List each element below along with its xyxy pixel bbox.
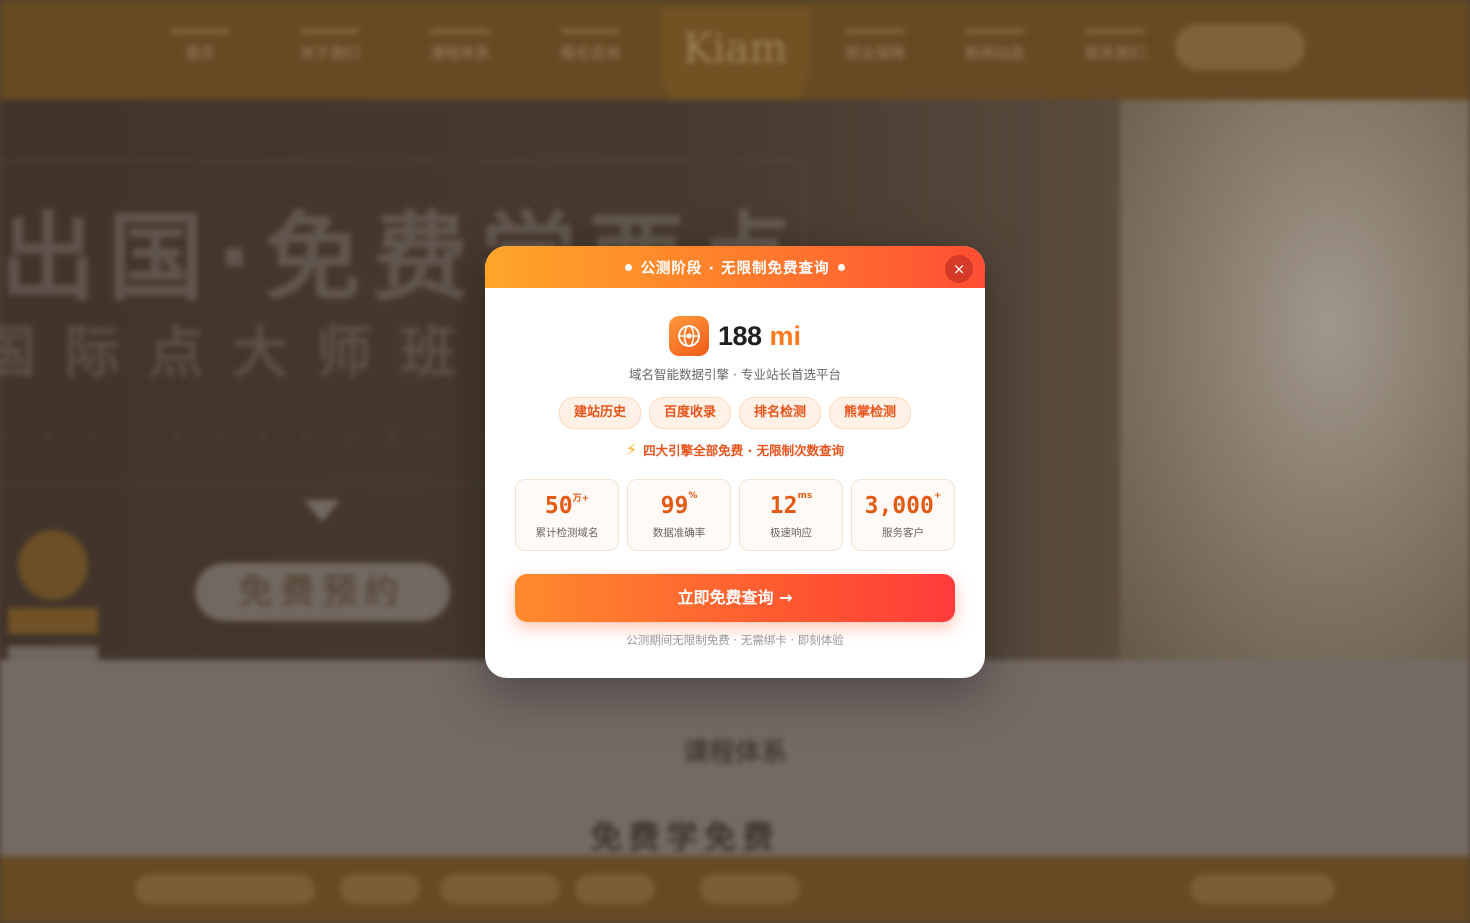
stat-value: 3,000 (864, 493, 934, 519)
stat-card-response: 12ms 极速响应 (739, 479, 843, 551)
feature-tag-ranking[interactable]: 排名检测 (739, 397, 822, 429)
modal-banner: 公测阶段 · 无限制免费查询 (485, 246, 985, 288)
brand-name: 188 (717, 320, 762, 351)
feature-tags: 建站历史 百度收录 排名检测 熊掌检测 (485, 397, 985, 429)
dot-icon (625, 263, 633, 271)
stat-card-domains: 50万+ 累计检测域名 (515, 479, 619, 551)
stat-suffix: + (933, 491, 942, 501)
promo-text: 四大引擎全部免费 · 无限制次数查询 (643, 443, 845, 458)
feature-tag-history[interactable]: 建站历史 (558, 397, 641, 429)
stat-suffix: ms (797, 491, 813, 501)
free-query-button[interactable]: 立即免费查询 → (515, 574, 955, 622)
close-icon: × (952, 260, 966, 278)
footnote: 公测期间无限制免费 · 无需绑卡 · 即刻体验 (626, 633, 844, 647)
brand: 188 mi (485, 316, 985, 356)
stat-value: 50 (544, 493, 573, 519)
stats-row: 50万+ 累计检测域名 99% 数据准确率 12ms 极速响应 3,000+ 服… (515, 479, 955, 551)
stat-card-accuracy: 99% 数据准确率 (627, 479, 731, 551)
stat-card-clients: 3,000+ 服务客户 (851, 479, 955, 551)
feature-tag-baidu-index[interactable]: 百度收录 (648, 397, 731, 429)
stat-value: 12 (769, 493, 798, 519)
banner-text: 公测阶段 · 无限制免费查询 (640, 260, 830, 277)
stat-suffix: 万+ (572, 494, 590, 504)
tagline: 域名智能数据引擎 · 专业站长首选平台 (629, 367, 841, 382)
stat-label: 数据准确率 (652, 527, 706, 539)
brand-accent: mi (769, 320, 802, 351)
lightning-icon: ⚡ (625, 440, 638, 459)
promo-modal: 公测阶段 · 无限制免费查询 × 188 mi 域名智能数据引擎 · 专业站长首… (485, 246, 985, 678)
stat-label: 极速响应 (770, 527, 812, 539)
stat-label: 累计检测域名 (535, 527, 599, 539)
stat-value: 99 (660, 493, 689, 519)
promo-line: ⚡ 四大引擎全部免费 · 无限制次数查询 (485, 440, 985, 459)
stat-label: 服务客户 (882, 527, 924, 539)
close-button[interactable]: × (945, 255, 973, 283)
globe-icon (668, 316, 709, 356)
feature-tag-xiongzhang[interactable]: 熊掌检测 (829, 397, 912, 429)
stat-suffix: % (688, 491, 698, 501)
dot-icon (837, 263, 845, 271)
